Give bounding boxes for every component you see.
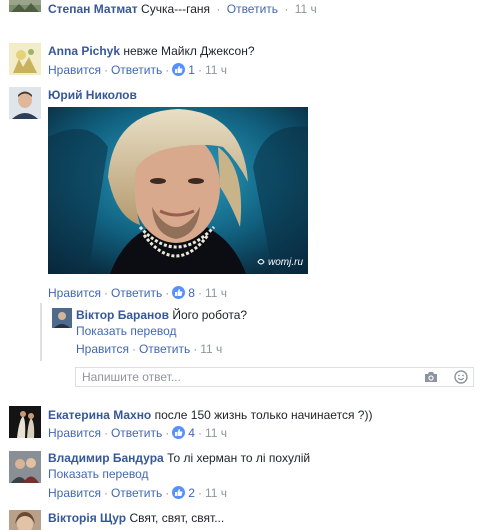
- reply-link[interactable]: Ответить: [111, 63, 162, 77]
- comment-image[interactable]: womj.ru: [48, 107, 308, 274]
- like-count[interactable]: 1: [188, 63, 195, 77]
- comment-actions: Нравится · Ответить · 1 · 11 ч: [48, 63, 227, 78]
- show-translation: Показать перевод: [48, 467, 149, 482]
- separator: ·: [197, 486, 202, 500]
- comment-author[interactable]: Владимир Бандура: [48, 451, 164, 465]
- reply-thread-line: [40, 303, 42, 361]
- comment-author[interactable]: Віктор Баранов: [76, 308, 169, 322]
- reply-composer[interactable]: [75, 367, 474, 387]
- reply-link[interactable]: Ответить: [111, 286, 162, 300]
- avatar[interactable]: [9, 451, 41, 483]
- avatar[interactable]: [9, 406, 41, 438]
- comment-author[interactable]: Вікторія Щур: [48, 511, 126, 525]
- separator: ·: [216, 2, 221, 16]
- comment-text: невже Майкл Джексон?: [123, 44, 255, 58]
- separator: ·: [103, 426, 108, 440]
- avatar[interactable]: [9, 87, 41, 119]
- comment-actions: Нравится · Ответить · 4 · 11 ч: [48, 426, 227, 441]
- camera-icon[interactable]: [424, 371, 438, 386]
- show-translation-link[interactable]: Показать перевод: [48, 467, 149, 481]
- separator: ·: [103, 286, 108, 300]
- separator: ·: [197, 286, 202, 300]
- like-link[interactable]: Нравится: [48, 426, 101, 440]
- comment-author[interactable]: Юрий Николов: [48, 88, 137, 102]
- separator: ·: [103, 63, 108, 77]
- comment-actions: Нравится · Ответить · 8 · 11 ч: [48, 286, 227, 301]
- like-link[interactable]: Нравится: [48, 63, 101, 77]
- comment-time[interactable]: 11 ч: [205, 63, 227, 77]
- comment-time[interactable]: 11 ч: [295, 2, 317, 16]
- thumbs-up-icon: [172, 63, 186, 76]
- comment-author[interactable]: Степан Матмат: [48, 2, 138, 16]
- separator: ·: [103, 486, 108, 500]
- show-translation-link[interactable]: Показать перевод: [76, 324, 177, 338]
- comment-actions: Нравится · Ответить · 11 ч: [76, 342, 222, 357]
- like-count[interactable]: 2: [188, 486, 195, 500]
- avatar[interactable]: [9, 43, 41, 75]
- comment-body: Anna Pichyk невже Майкл Джексон?: [48, 44, 255, 59]
- avatar[interactable]: [9, 510, 41, 530]
- comment-body: Владимир Бандура То лі херман то лі поху…: [48, 451, 310, 466]
- like-link[interactable]: Нравится: [48, 486, 101, 500]
- comment-actions: Нравится · Ответить · 2 · 11 ч: [48, 486, 227, 501]
- reply-link[interactable]: Ответить: [111, 486, 162, 500]
- like-link[interactable]: Нравится: [48, 286, 101, 300]
- thumbs-up-icon: [172, 426, 186, 439]
- thumbs-up-icon: [172, 486, 186, 499]
- comment-time[interactable]: 11 ч: [205, 486, 227, 500]
- separator: ·: [165, 486, 170, 500]
- comment-body: Вікторія Щур Свят, свят, свят...: [48, 511, 224, 526]
- comment-time[interactable]: 11 ч: [200, 342, 222, 356]
- separator: ·: [165, 63, 170, 77]
- comment-body: Віктор Баранов Його робота?: [76, 308, 247, 323]
- separator: ·: [165, 286, 170, 300]
- comment-body: Степан Матмат Сучка---ганя · Ответить · …: [48, 2, 317, 17]
- comment-text: Сучка---ганя: [141, 2, 211, 16]
- separator: ·: [197, 63, 202, 77]
- smiley-icon[interactable]: [454, 370, 468, 387]
- comment-text: после 150 жизнь только начинается ?)): [154, 408, 373, 422]
- comment-time[interactable]: 11 ч: [205, 286, 227, 300]
- image-watermark: womj.ru: [268, 257, 303, 268]
- comment-text: Свят, свят, свят...: [129, 511, 225, 525]
- separator: ·: [197, 426, 202, 440]
- comment-author[interactable]: Екатерина Махно: [48, 408, 151, 422]
- like-count[interactable]: 4: [188, 426, 195, 440]
- reply-link[interactable]: Ответить: [227, 2, 278, 16]
- separator: ·: [193, 342, 198, 356]
- show-translation: Показать перевод: [76, 324, 177, 339]
- separator: ·: [131, 342, 136, 356]
- comment-body: Екатерина Махно после 150 жизнь только н…: [48, 408, 372, 423]
- like-link[interactable]: Нравится: [76, 342, 129, 356]
- separator: ·: [165, 426, 170, 440]
- like-count[interactable]: 8: [188, 286, 195, 300]
- separator: ·: [284, 2, 289, 16]
- comment-text: Його робота?: [172, 308, 248, 322]
- comment-author[interactable]: Anna Pichyk: [48, 44, 120, 58]
- reply-link[interactable]: Ответить: [139, 342, 190, 356]
- avatar[interactable]: [9, 0, 41, 12]
- comment-time[interactable]: 11 ч: [205, 426, 227, 440]
- comment-author-line: Юрий Николов: [48, 88, 137, 103]
- reply-input[interactable]: [82, 370, 402, 384]
- reply-link[interactable]: Ответить: [111, 426, 162, 440]
- thumbs-up-icon: [172, 286, 186, 299]
- comment-text: То лі херман то лі похулій: [167, 451, 311, 465]
- avatar[interactable]: [52, 308, 72, 328]
